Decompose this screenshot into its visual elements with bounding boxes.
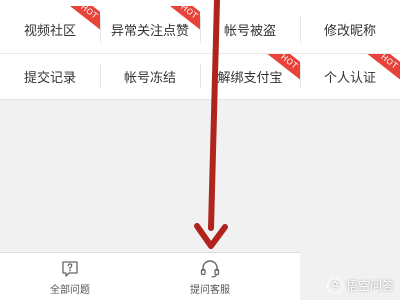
topic-label: 异常关注点赞 [110, 24, 189, 39]
topic-label: 个人认证 [323, 70, 376, 86]
topic-label: 提交记录 [23, 70, 76, 86]
topic-video-community[interactable]: 视频社区 HOT [0, 6, 100, 53]
topic-unbind-alipay[interactable]: 解绑支付宝 HOT [200, 54, 300, 98]
watermark: ✿ 悟空问答 [326, 277, 394, 294]
tab-all-questions[interactable]: 全部问题 [0, 253, 140, 300]
topic-change-nickname[interactable]: 修改昵称 [300, 6, 400, 53]
help-topic-grid: 视频社区 HOT 异常关注点赞 HOT 帐号被盗 修改昵称 提交记录 帐号冻结 … [0, 0, 400, 100]
topic-label: 解绑支付宝 [217, 70, 283, 86]
topic-submission-records[interactable]: 提交记录 [0, 54, 100, 98]
topic-label: 修改昵称 [323, 24, 376, 39]
topic-account-frozen[interactable]: 帐号冻结 [100, 54, 200, 98]
watermark-text: 悟空问答 [345, 279, 394, 293]
topic-personal-verification[interactable]: 个人认证 HOT [300, 54, 400, 98]
topic-label: 帐号冻结 [123, 70, 176, 86]
bottom-tab-bar: 全部问题 提问客服 [0, 252, 300, 300]
headset-icon [200, 260, 220, 278]
topic-row: 提交记录 帐号冻结 解绑支付宝 HOT 个人认证 HOT [0, 54, 400, 98]
tab-ask-service[interactable]: 提问客服 [140, 253, 280, 300]
topic-account-stolen[interactable]: 帐号被盗 [200, 6, 300, 53]
topic-label: 帐号被盗 [223, 24, 276, 39]
tab-label: 全部问题 [50, 285, 90, 296]
topic-row: 视频社区 HOT 异常关注点赞 HOT 帐号被盗 修改昵称 [0, 6, 400, 54]
topic-abnormal-follow-like[interactable]: 异常关注点赞 HOT [100, 6, 200, 53]
wukong-logo-icon: ✿ [326, 277, 343, 294]
topic-label: 视频社区 [23, 24, 76, 39]
tab-label: 提问客服 [190, 285, 230, 296]
question-icon [62, 261, 78, 277]
